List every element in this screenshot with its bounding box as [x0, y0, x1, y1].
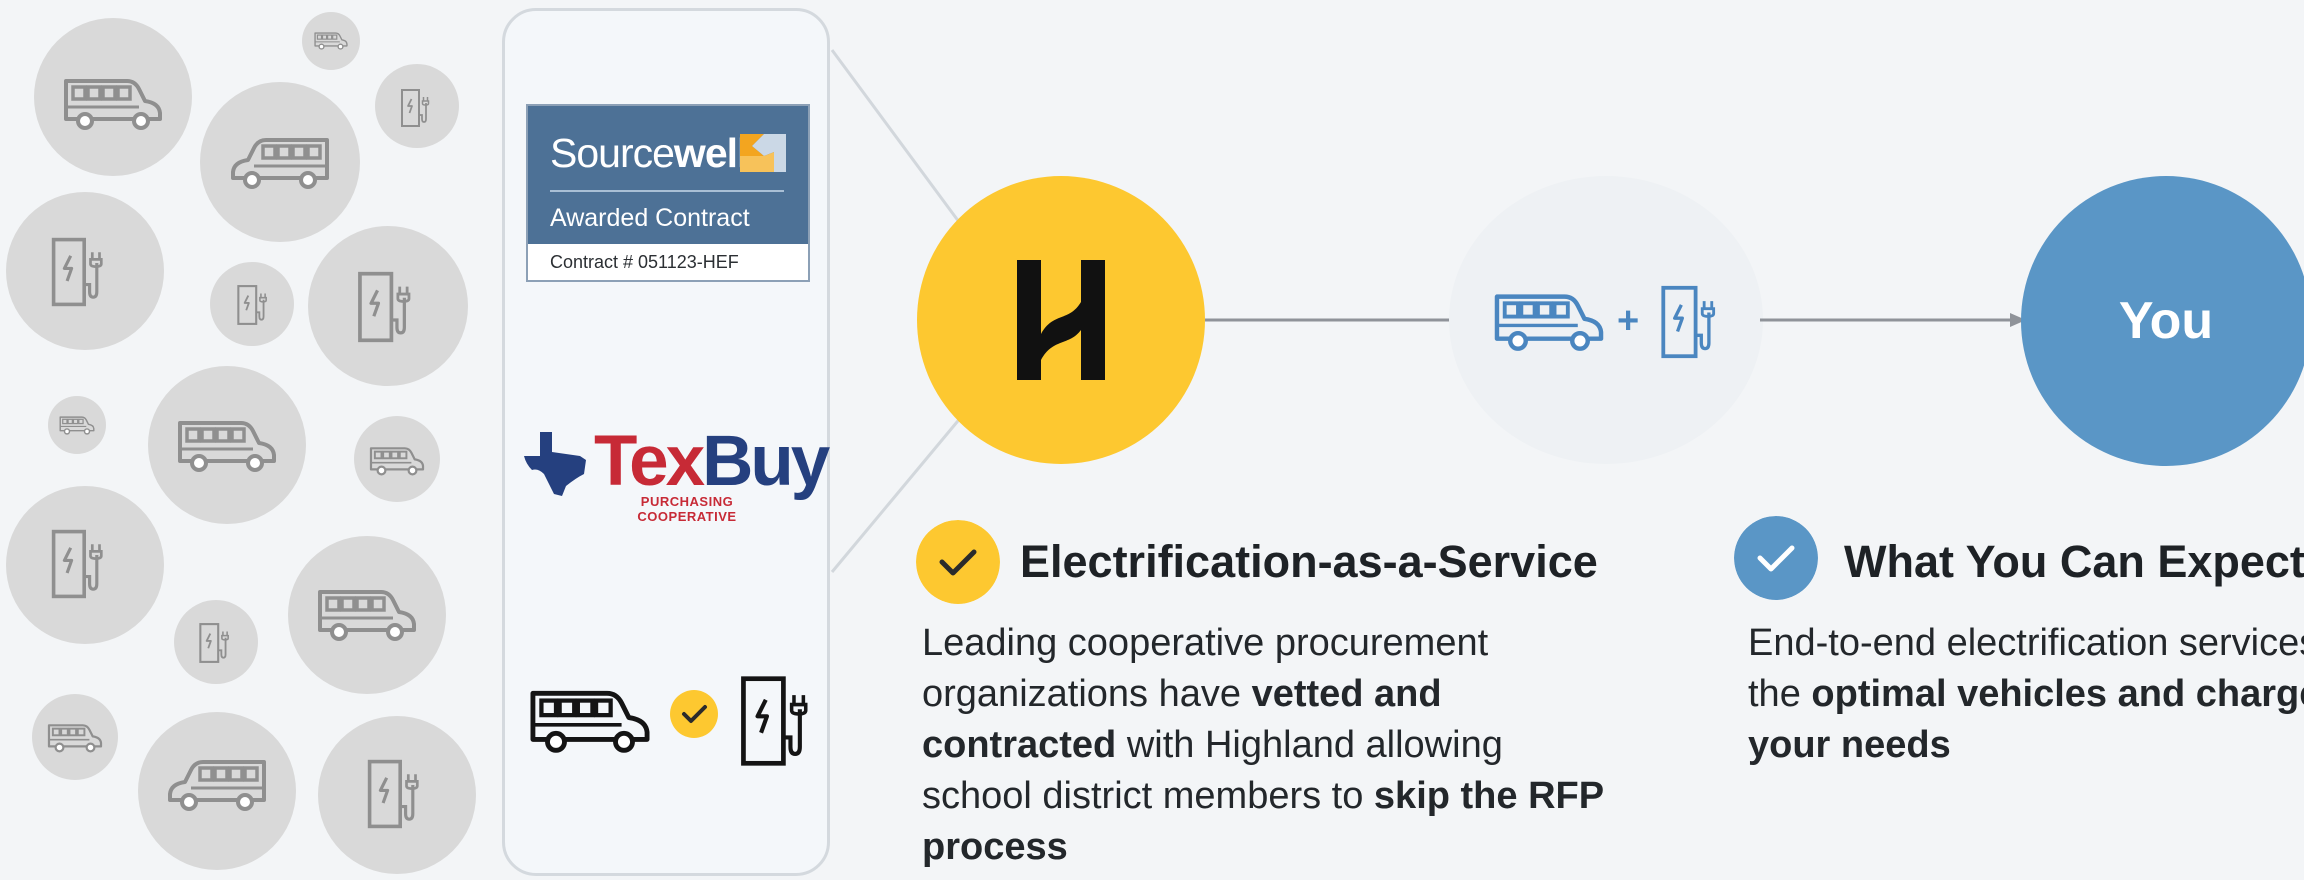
charger-icon	[1656, 284, 1720, 360]
charger-bubble	[308, 226, 468, 386]
you-label: You	[2118, 292, 2214, 350]
highland-circle	[917, 176, 1205, 464]
bus-icon	[1490, 290, 1608, 352]
charger-bubble	[210, 262, 294, 346]
texbuy-tex: Tex	[594, 422, 705, 501]
check-icon	[1734, 516, 1818, 600]
charger-icon	[734, 674, 814, 768]
texbuy-logo: TexBuy	[594, 426, 830, 497]
texbuy-subtitle: PURCHASING COOPERATIVE	[637, 494, 737, 524]
flow-line-left	[1205, 318, 1465, 322]
expect-heading: What You Can Expect	[1844, 536, 2304, 587]
bus-bubble	[302, 12, 360, 70]
bus-bubble	[354, 416, 440, 502]
sourcewell-name-bold: well	[673, 130, 748, 176]
texas-map-icon	[524, 432, 586, 496]
bus-bubble	[138, 712, 296, 870]
expect-emphasis: optimal vehicles and chargers for your n…	[1748, 673, 2304, 766]
eaas-heading: Electrification-as-a-Service	[1020, 536, 1598, 587]
texbuy-buy: Buy	[702, 422, 830, 501]
bus-bubble	[148, 366, 306, 524]
sourcewell-mark-icon	[740, 134, 786, 172]
bus-bubble	[32, 694, 118, 780]
bus-bubble	[34, 18, 192, 176]
contract-number: Contract # 051123-HEF	[528, 244, 808, 280]
check-icon	[916, 520, 1000, 604]
charger-bubble	[6, 192, 164, 350]
you-circle: You	[2021, 176, 2304, 466]
charger-bubble	[6, 486, 164, 644]
bus-icon	[528, 686, 652, 754]
arrow-right-icon	[1760, 313, 2026, 327]
charger-bubble	[174, 600, 258, 684]
bus-bubble	[200, 82, 360, 242]
sourcewell-awarded-text: Awarded Contract	[550, 204, 750, 232]
highland-logo-icon	[1017, 260, 1105, 380]
sourcewell-name: Sourcewell	[550, 130, 748, 177]
charger-bubble	[318, 716, 476, 874]
check-icon	[670, 690, 718, 738]
bus-bubble	[48, 396, 106, 454]
expect-description: End-to-end electrification services with…	[1748, 618, 2304, 771]
bus-bubble	[288, 536, 446, 694]
sourcewell-name-light: Source	[550, 130, 675, 176]
eaas-description: Leading cooperative procurement organiza…	[922, 618, 1622, 873]
plus-sign: +	[1617, 300, 1640, 342]
charger-bubble	[375, 64, 459, 148]
sourcewell-divider	[550, 190, 784, 192]
sourcewell-badge: Sourcewell Awarded Contract Contract # 0…	[526, 104, 810, 282]
